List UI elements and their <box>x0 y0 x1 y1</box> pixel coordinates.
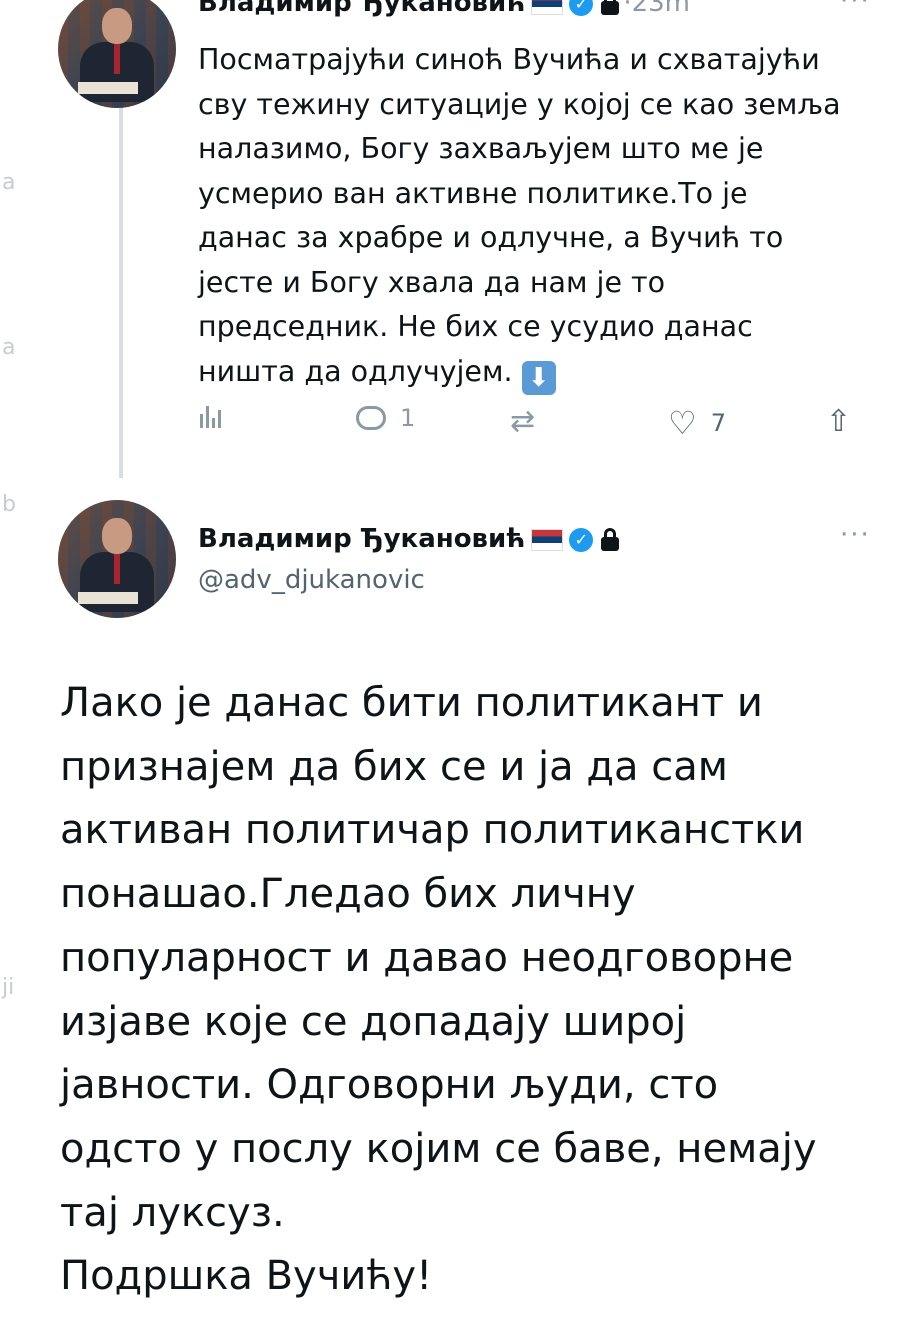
post1-more-button[interactable]: ··· <box>840 0 871 16</box>
views-icon <box>200 404 221 428</box>
post2-handle[interactable]: @adv_djukanovic <box>198 565 425 595</box>
post1-body: Посматрајући синоћ Вучића и схватајући с… <box>198 43 841 388</box>
reply-button[interactable]: 1 <box>356 404 415 432</box>
reply-count: 1 <box>400 404 416 432</box>
post1-text: Посматрајући синоћ Вучића и схватајући с… <box>198 38 878 395</box>
verified-badge-icon: ✓ <box>569 0 594 16</box>
down-arrow-emoji-icon: ⬇ <box>521 360 556 395</box>
lock-icon <box>601 0 620 16</box>
post1-action-bar: 1 ⇄ ♡ 7 ⇧ <box>0 404 900 448</box>
post2-text: Лако је данас бити политикант и признаје… <box>60 680 817 1300</box>
post2-more-button[interactable]: ··· <box>840 520 871 550</box>
like-count: 7 <box>710 409 726 437</box>
reply-icon <box>356 406 386 430</box>
serbia-flag-icon <box>531 0 564 15</box>
lock-icon <box>601 527 620 552</box>
serbia-flag-icon <box>531 528 564 551</box>
share-button[interactable]: ⇧ <box>826 404 851 439</box>
views-button[interactable] <box>200 404 221 428</box>
post1-header: Владимир Ђукановић ✓ ·23m <box>198 0 690 18</box>
post1-author-name[interactable]: Владимир Ђукановић <box>198 0 525 18</box>
retweet-button[interactable]: ⇄ <box>510 404 535 439</box>
avatar[interactable] <box>58 0 176 108</box>
heart-icon: ♡ <box>668 404 697 442</box>
post2-author-name[interactable]: Владимир Ђукановић <box>198 524 525 554</box>
retweet-icon: ⇄ <box>510 404 536 439</box>
verified-badge-icon: ✓ <box>569 527 594 552</box>
share-icon: ⇧ <box>826 404 852 439</box>
post2-header: Владимир Ђукановић ✓ <box>198 524 620 554</box>
post1-timestamp[interactable]: ·23m <box>623 0 690 18</box>
edge-crop-artifacts: a a b ji <box>2 170 16 1000</box>
avatar[interactable] <box>58 500 176 618</box>
like-button[interactable]: ♡ 7 <box>668 404 726 442</box>
